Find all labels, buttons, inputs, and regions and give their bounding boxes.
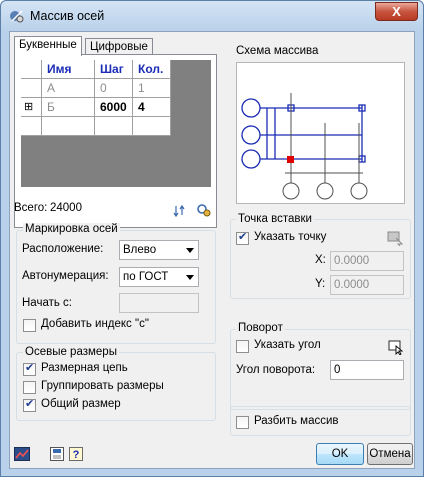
position-select[interactable]: Влево — [119, 240, 199, 260]
pick-point-icon[interactable] — [387, 230, 403, 246]
add-index-label[interactable]: Добавить индекс "c" — [41, 318, 149, 330]
dimension-chain-checkbox[interactable] — [23, 361, 36, 376]
axes-grid: Имя Шаг Кол. А 0 1 ⊞ Б 6000 4 — [21, 60, 211, 187]
table-cell-empty[interactable] — [95, 117, 133, 136]
app-icon — [10, 10, 24, 23]
chevron-down-icon — [186, 248, 194, 253]
table-cell-name[interactable]: Б — [42, 98, 95, 117]
tab-letters[interactable]: Буквенные — [14, 36, 82, 56]
y-input[interactable]: 0.0000 — [330, 275, 404, 295]
group-dimensions-label[interactable]: Группировать размеры — [41, 380, 164, 392]
start-input[interactable] — [119, 293, 199, 313]
explode-checkbox[interactable] — [236, 416, 249, 429]
sort-icon[interactable] — [173, 203, 189, 219]
y-label: Y: — [315, 278, 326, 290]
axis-marking-title: Маркировка осей — [23, 223, 120, 235]
ok-button[interactable]: OK — [316, 443, 364, 465]
scheme-diagram — [241, 93, 368, 200]
total-label: Всего: — [14, 202, 48, 214]
table-row-empty — [21, 117, 42, 136]
column-header-name[interactable]: Имя — [42, 60, 95, 79]
explode-label[interactable]: Разбить массив — [254, 415, 339, 427]
autonum-select[interactable]: по ГОСТ — [119, 267, 199, 287]
help-icon[interactable]: ? — [68, 446, 84, 462]
insert-point-title: Точка вставки — [236, 213, 314, 225]
save-template-icon[interactable] — [49, 446, 65, 462]
row-expander — [21, 79, 42, 98]
total-dimension-label[interactable]: Общий размер — [41, 398, 121, 410]
add-index-checkbox[interactable] — [23, 319, 36, 332]
table-cell-step[interactable]: 0 — [95, 79, 133, 98]
group-dimensions-checkbox[interactable] — [23, 381, 36, 394]
dimensions-title: Осевые размеры — [23, 346, 119, 358]
position-select-value: Влево — [123, 244, 157, 256]
svg-text:?: ? — [73, 449, 80, 461]
chart-icon[interactable] — [14, 446, 30, 462]
dialog-body: Буквенные Цифровые Имя Шаг Кол. А 0 1 ⊞ … — [9, 31, 415, 469]
grid-corner — [21, 60, 42, 79]
total-dimension-checkbox[interactable] — [23, 397, 36, 412]
title-bar[interactable]: Массив осей X — [1, 1, 423, 31]
close-icon: X — [392, 4, 401, 19]
autonum-select-value: по ГОСТ — [123, 271, 169, 283]
dialog-window: Массив осей X Буквенные Цифровые Имя Шаг… — [0, 0, 424, 477]
table-cell-name[interactable]: А — [42, 79, 95, 98]
table-cell-count[interactable]: 1 — [133, 79, 171, 98]
chevron-down-icon — [186, 275, 194, 280]
pick-angle-icon[interactable] — [388, 339, 404, 355]
column-header-step[interactable]: Шаг — [95, 60, 133, 79]
scheme-preview — [236, 62, 405, 204]
autonum-label: Автонумерация: — [22, 270, 109, 282]
row-expand-icon[interactable]: ⊞ — [21, 98, 42, 117]
close-button[interactable]: X — [375, 2, 418, 21]
table-cell-step[interactable]: 6000 — [95, 98, 133, 117]
column-header-count[interactable]: Кол. — [133, 60, 171, 79]
specify-point-label[interactable]: Указать точку — [254, 231, 326, 243]
angle-input[interactable]: 0 — [330, 360, 404, 380]
settings-icon[interactable] — [195, 201, 211, 217]
table-cell-empty[interactable] — [42, 117, 95, 136]
x-label: X: — [315, 254, 326, 266]
dimension-chain-label[interactable]: Размерная цепь — [41, 362, 128, 374]
specify-point-checkbox[interactable] — [236, 230, 249, 245]
rotation-title: Поворот — [236, 322, 285, 334]
position-label: Расположение: — [22, 243, 104, 255]
insertion-point-marker — [287, 156, 294, 163]
x-input[interactable]: 0.0000 — [330, 251, 404, 271]
specify-angle-label[interactable]: Указать угол — [254, 339, 321, 351]
total-value: 24000 — [50, 202, 82, 214]
specify-angle-checkbox[interactable] — [236, 340, 249, 353]
angle-label: Угол поворота: — [236, 364, 316, 376]
cancel-button[interactable]: Отмена — [367, 443, 413, 465]
scheme-title: Схема массива — [236, 45, 319, 57]
table-cell-count[interactable]: 4 — [133, 98, 171, 117]
start-label: Начать с: — [22, 297, 72, 309]
window-title: Массив осей — [30, 9, 105, 23]
table-cell-empty[interactable] — [133, 117, 171, 136]
